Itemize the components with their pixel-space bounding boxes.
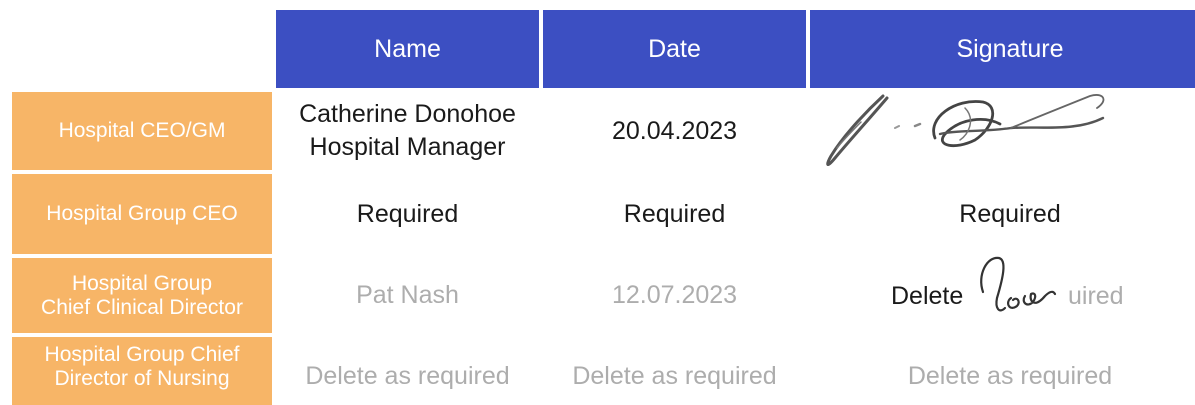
role-hospital-ceo-gm: Hospital CEO/GM <box>12 92 272 170</box>
handwritten-initials <box>980 256 1057 312</box>
row-3-signature: Delete uired <box>810 256 1195 333</box>
row-4-signature: Delete as required <box>907 361 1113 390</box>
header-name: Name <box>276 10 539 88</box>
role-label-line2: Director of Nursing <box>54 366 230 390</box>
header-date: Date <box>543 10 806 88</box>
role-label-line2: Chief Clinical Director <box>41 295 243 319</box>
row-1-name: Catherine Donohoe Hospital Manager <box>276 92 539 170</box>
role-label: Hospital Group CEO <box>46 202 238 226</box>
signature-text-end: uired <box>1068 282 1124 310</box>
row-1-signature <box>810 92 1195 170</box>
row-3-date: 12.07.2023 <box>611 281 738 309</box>
row-2-signature: Required <box>959 199 1061 228</box>
row-2-name: Required <box>356 199 459 228</box>
row-2-date: Required <box>623 199 726 228</box>
role-hospital-group-chief-director-of-nursing: Hospital Group Chief Director of Nursing <box>12 337 272 405</box>
role-label-line1: Hospital Group Chief <box>44 343 240 366</box>
role-label-line1: Hospital Group <box>71 271 213 295</box>
row-1-date: 20.04.2023 <box>611 116 738 145</box>
title-line: Hospital Manager <box>309 133 506 161</box>
handwritten-signature <box>826 94 1105 166</box>
row-4-name: Delete as required <box>305 361 510 390</box>
name-line: Catherine Donohoe <box>299 100 516 128</box>
role-label: Hospital CEO/GM <box>58 119 226 143</box>
signature-text-start: Delete <box>891 282 964 310</box>
role-hospital-group-ceo: Hospital Group CEO <box>12 174 272 254</box>
role-hospital-group-chief-clinical-director: Hospital Group Chief Clinical Director <box>12 258 272 333</box>
approval-signature-table: Name Date Signature Hospital CEO/GM Cath… <box>0 0 1195 405</box>
row-3-name: Pat Nash <box>356 281 459 309</box>
header-signature: Signature <box>810 10 1195 88</box>
row-4-date: Delete as required <box>572 361 777 390</box>
